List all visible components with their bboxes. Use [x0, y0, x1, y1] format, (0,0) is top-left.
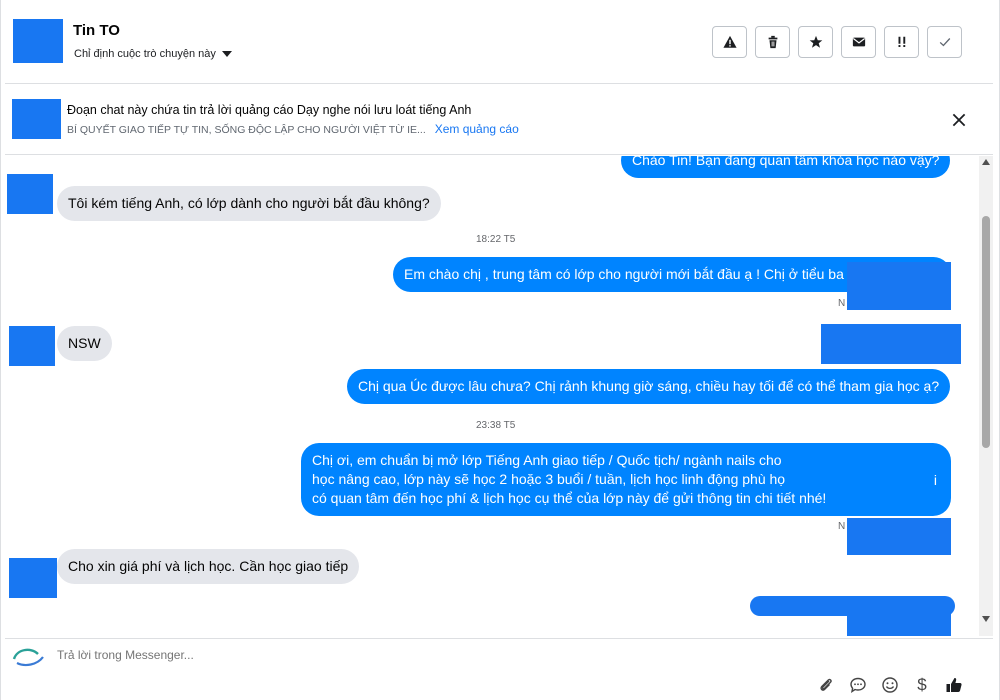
ad-context-banner: Đoạn chat này chứa tin trả lời quảng cáo… [5, 85, 993, 155]
thumbs-up-icon [946, 678, 962, 692]
message-bubble-outgoing: Chị qua Úc được lâu chưa? Chị rảnh khung… [347, 369, 951, 404]
message-line: có quan tâm đến học phí & lịch học cụ th… [312, 490, 827, 506]
redacted-block [847, 606, 951, 636]
avatar[interactable] [13, 19, 63, 63]
warning-icon [722, 35, 737, 48]
message-line: học nâng cao, lớp này sẽ học 2 hoặc 3 bu… [312, 471, 786, 487]
star-button[interactable] [798, 26, 833, 58]
contact-name[interactable]: Tin TO [73, 22, 120, 39]
close-icon[interactable] [950, 111, 968, 129]
dollar-icon: $ [917, 675, 927, 694]
seen-indicator: N [838, 521, 846, 532]
message-thread[interactable]: Chào Tin! Bạn đang quan tâm khóa học nào… [5, 156, 979, 636]
envelope-icon [852, 37, 865, 47]
message-bubble-incoming: NSW [57, 326, 112, 361]
assign-label: Chỉ định cuộc trò chuyện này [74, 48, 216, 60]
avatar [9, 558, 57, 598]
saved-replies-button[interactable] [848, 675, 868, 695]
attach-button[interactable] [816, 675, 836, 695]
emoji-icon [882, 677, 898, 693]
seen-indicator: N [838, 298, 846, 309]
ad-thumbnail[interactable] [12, 99, 61, 139]
conversation-header: Tin TO Chỉ định cuộc trò chuyện này [5, 0, 993, 84]
message-line-tail: i [933, 472, 937, 488]
scrollbar-thumb[interactable] [982, 216, 990, 448]
emoji-button[interactable] [880, 675, 900, 695]
report-button[interactable] [712, 26, 747, 58]
assign-conversation-dropdown[interactable]: Chỉ định cuộc trò chuyện này [74, 48, 232, 60]
paperclip-icon [820, 678, 832, 691]
message-composer: $ [5, 638, 993, 700]
message-bubble-outgoing: Chị ơi, em chuẩn bị mở lớp Tiếng Anh gia… [301, 443, 951, 516]
like-button[interactable] [944, 675, 964, 695]
composer-tools: $ [816, 675, 964, 695]
message-bubble-outgoing: Chào Tin! Bạn đang quan tâm khóa học nào… [621, 156, 951, 178]
redacted-block [847, 518, 951, 555]
view-ad-link[interactable]: Xem quảng cáo [435, 122, 519, 136]
thread-scrollbar[interactable] [979, 156, 993, 636]
chat-bubble-icon [850, 677, 866, 694]
message-line: Chị ơi, em chuẩn bị mở lớp Tiếng Anh gia… [312, 452, 782, 468]
important-button[interactable] [884, 26, 919, 58]
check-icon [939, 38, 950, 47]
delete-button[interactable] [755, 26, 790, 58]
ad-title: Đoạn chat này chứa tin trả lời quảng cáo… [67, 103, 472, 117]
timestamp: 23:38 T5 [476, 420, 516, 431]
important-icon [898, 36, 905, 47]
redacted-block [847, 262, 951, 310]
timestamp: 18:22 T5 [476, 234, 516, 245]
redacted-block [821, 324, 961, 364]
scroll-down-arrow-icon[interactable] [982, 616, 990, 622]
message-bubble-incoming: Tôi kém tiếng Anh, có lớp dành cho người… [57, 186, 441, 221]
ad-subtitle: BÍ QUYẾT GIAO TIẾP TỰ TIN, SỐNG ĐỘC LẬP … [67, 122, 519, 136]
brand-logo-icon [12, 648, 44, 667]
star-icon [809, 35, 822, 48]
reply-input[interactable] [57, 645, 657, 665]
inbox-conversation: Tin TO Chỉ định cuộc trò chuyện này Đoạn… [0, 0, 1000, 700]
mark-done-button[interactable] [927, 26, 962, 58]
message-bubble-incoming: Cho xin giá phí và lịch học. Cần học gia… [57, 549, 360, 584]
scroll-up-arrow-icon[interactable] [982, 159, 990, 165]
avatar [9, 326, 55, 366]
mark-unread-button[interactable] [841, 26, 876, 58]
trash-icon [768, 35, 777, 49]
avatar [7, 174, 53, 214]
caret-down-icon [221, 51, 232, 57]
header-actions [712, 26, 962, 58]
payment-button[interactable]: $ [912, 675, 932, 695]
ad-subtitle-text: BÍ QUYẾT GIAO TIẾP TỰ TIN, SỐNG ĐỘC LẬP … [67, 124, 426, 136]
